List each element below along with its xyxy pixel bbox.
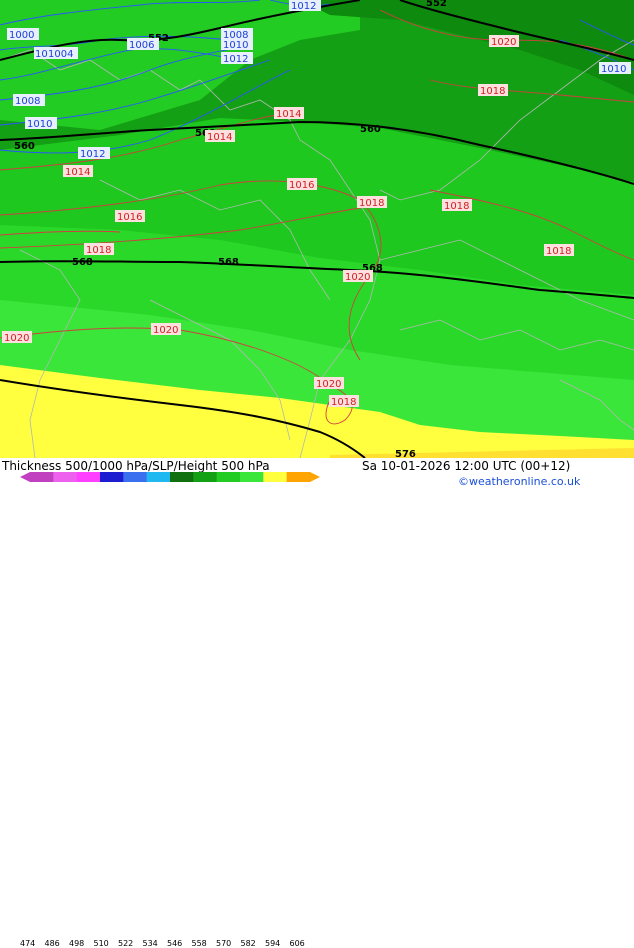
pressure-label: 1006 [129, 40, 154, 51]
pressure-label: 1014 [276, 109, 301, 120]
pressure-label: 1010 [223, 40, 248, 51]
pressure-label: 1018 [331, 397, 356, 408]
pressure-label: 1016 [289, 180, 314, 191]
legend-tick-label: 498 [69, 939, 85, 948]
legend-tick-label: 594 [265, 939, 281, 948]
map-title: Thickness 500/1000 hPa/SLP/Height 500 hP… [2, 459, 270, 473]
footer: Thickness 500/1000 hPa/SLP/Height 500 hP… [0, 458, 634, 948]
legend-swatches [30, 472, 311, 482]
legend-swatch [76, 472, 101, 482]
legend-tick-label: 582 [240, 939, 256, 948]
legend-tick-label: 510 [93, 939, 109, 948]
height-label: 560 [14, 141, 35, 152]
legend-tick-label: 558 [191, 939, 207, 948]
credit-link[interactable]: ©weatheronline.co.uk [458, 475, 580, 488]
height-label: 560 [360, 124, 381, 135]
color-legend [20, 472, 320, 482]
pressure-label: 1020 [153, 325, 178, 336]
pressure-label: 1020 [316, 379, 341, 390]
legend-swatch [100, 472, 124, 482]
legend-arrow-right [310, 472, 320, 482]
pressure-label: 1018 [480, 86, 505, 97]
height-label: 576 [395, 449, 416, 458]
legend-swatch [286, 472, 311, 482]
pressure-label: 1018 [86, 245, 111, 256]
pressure-label: 1014 [207, 132, 232, 143]
legend-swatch [216, 472, 241, 482]
legend-tick-label: 474 [20, 939, 36, 948]
pressure-label: 1012 [291, 1, 316, 12]
pressure-label: 1012 [223, 54, 248, 65]
legend-swatch [170, 472, 194, 482]
legend-tick-label: 546 [167, 939, 183, 948]
legend-swatch [123, 472, 148, 482]
height-label: 568 [218, 257, 239, 268]
height-label: 552 [426, 0, 447, 9]
legend-swatch [146, 472, 171, 482]
legend-swatch [240, 472, 264, 482]
pressure-label: 1004 [48, 49, 73, 60]
valid-time: Sa 10-01-2026 12:00 UTC (00+12) [362, 459, 571, 473]
pressure-label: 1000 [9, 30, 34, 41]
legend-swatch [30, 472, 54, 482]
pressure-label: 1010 [601, 64, 626, 75]
pressure-label: 1020 [345, 272, 370, 283]
pressure-label: 1014 [65, 167, 90, 178]
legend-tick-label: 534 [142, 939, 158, 948]
pressure-label: 1016 [117, 212, 142, 223]
legend-swatch [193, 472, 218, 482]
pressure-label: 1010 [27, 119, 52, 130]
legend-tick-label: 606 [289, 939, 305, 948]
pressure-label: 1008 [15, 96, 40, 107]
height-label: 568 [72, 257, 93, 268]
legend-tick-label: 486 [44, 939, 60, 948]
legend-arrow-left [20, 472, 30, 482]
pressure-label-partial: 10 [35, 49, 48, 60]
pressure-label: 1020 [491, 37, 516, 48]
pressure-label: 1012 [80, 149, 105, 160]
legend-tick-label: 570 [216, 939, 232, 948]
pressure-label: 1018 [359, 198, 384, 209]
legend-ticks: 474 486 498 510 522 534 546 558 570 582 594 606 [0, 939, 330, 948]
legend-swatch [53, 472, 78, 482]
legend-swatch [263, 472, 288, 482]
pressure-label: 1018 [546, 246, 571, 257]
legend-tick-label: 522 [118, 939, 134, 948]
pressure-label: 1020 [4, 333, 29, 344]
weather-map: 552 552 560 560 560 568 568 568 576 1020… [0, 0, 634, 458]
pressure-label: 1018 [444, 201, 469, 212]
